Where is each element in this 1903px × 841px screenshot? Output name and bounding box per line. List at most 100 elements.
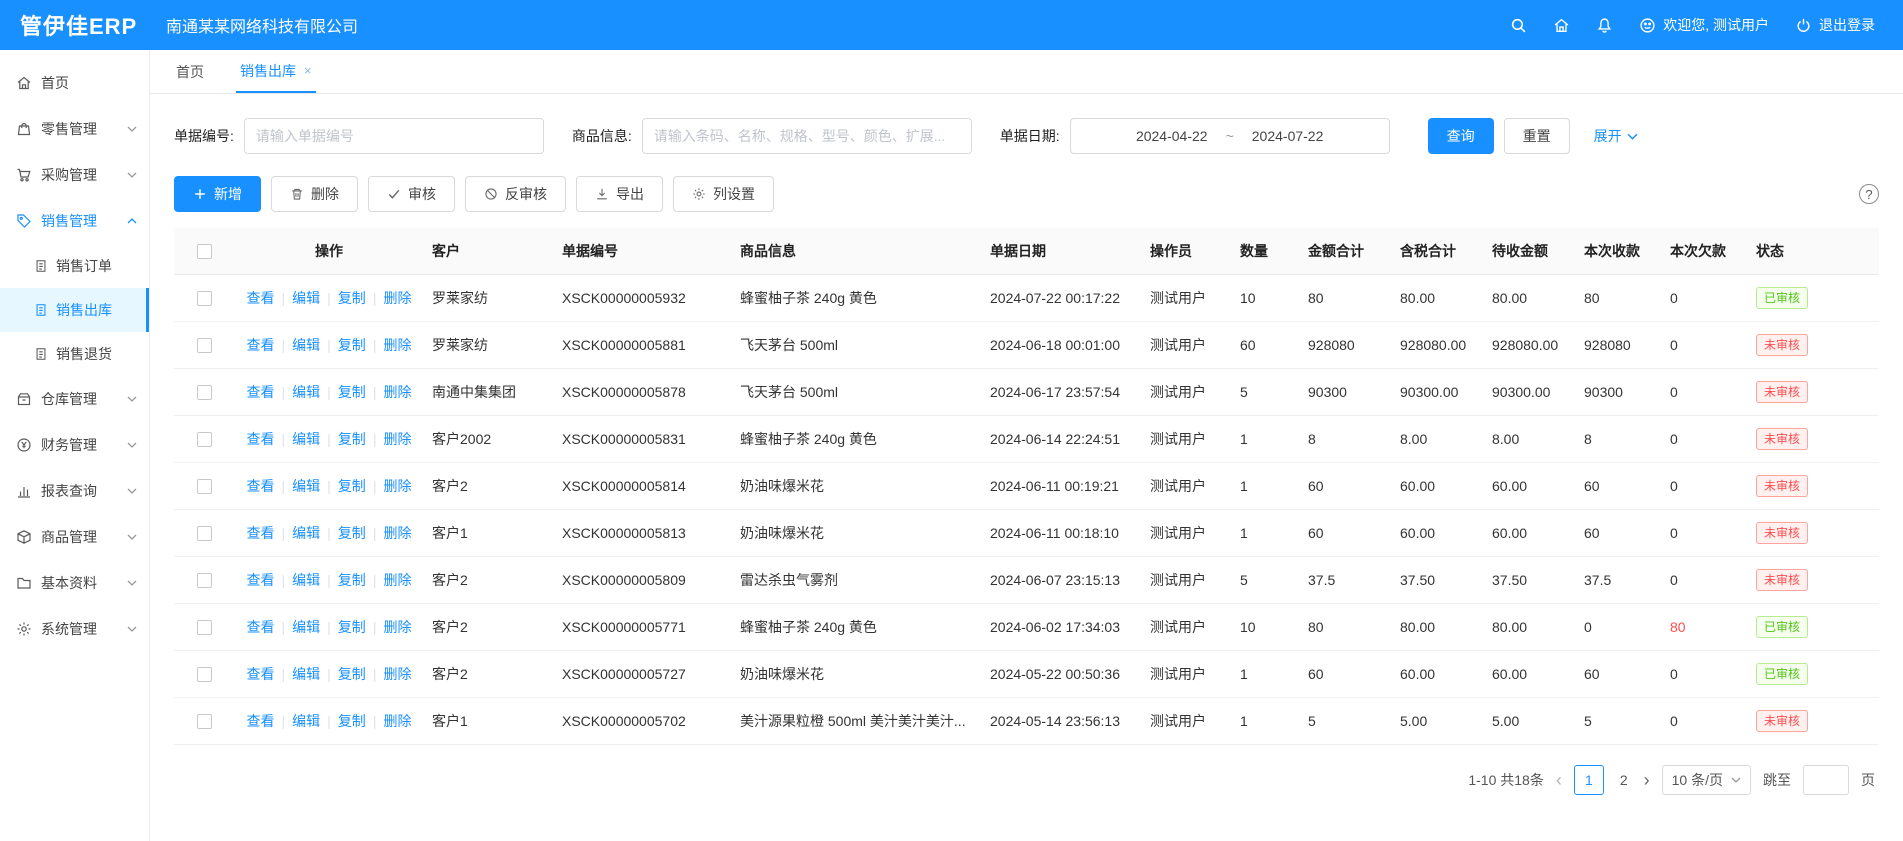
divider: | — [373, 713, 377, 729]
row-checkbox[interactable] — [197, 714, 212, 729]
edit-link[interactable]: 编辑 — [292, 666, 320, 682]
delete-link[interactable]: 删除 — [383, 713, 411, 729]
row-checkbox[interactable] — [197, 385, 212, 400]
sidebar-item-purchase[interactable]: 采购管理 — [0, 152, 149, 198]
row-checkbox[interactable] — [197, 291, 212, 306]
delete-link[interactable]: 删除 — [383, 431, 411, 447]
delete-link[interactable]: 删除 — [383, 384, 411, 400]
view-link[interactable]: 查看 — [247, 290, 275, 306]
edit-link[interactable]: 编辑 — [292, 337, 320, 353]
sidebar-item-sales-order[interactable]: 销售订单 — [0, 244, 149, 288]
delete-link[interactable]: 删除 — [383, 619, 411, 635]
jump-page-input[interactable] — [1803, 765, 1849, 795]
view-link[interactable]: 查看 — [247, 666, 275, 682]
search-icon[interactable] — [1510, 17, 1527, 34]
edit-link[interactable]: 编辑 — [292, 619, 320, 635]
view-link[interactable]: 查看 — [247, 431, 275, 447]
view-link[interactable]: 查看 — [247, 478, 275, 494]
copy-link[interactable]: 复制 — [338, 478, 366, 494]
row-checkbox[interactable] — [197, 432, 212, 447]
view-link[interactable]: 查看 — [247, 619, 275, 635]
expand-filters-link[interactable]: 展开 — [1594, 126, 1638, 146]
sidebar-item-sales[interactable]: 销售管理 — [0, 198, 149, 244]
date-to-value[interactable]: 2024-07-22 — [1252, 128, 1324, 144]
delete-link[interactable]: 删除 — [383, 337, 411, 353]
edit-link[interactable]: 编辑 — [292, 713, 320, 729]
product-info-input[interactable] — [642, 118, 972, 154]
logout-button[interactable]: 退出登录 — [1795, 15, 1875, 35]
tab-sales-outbound[interactable]: 销售出库 × — [236, 50, 316, 93]
date-range-picker[interactable]: 2024-04-22 ~ 2024-07-22 — [1070, 118, 1390, 154]
sidebar-item-label: 系统管理 — [41, 619, 97, 639]
sidebar-item-label: 销售出库 — [56, 300, 112, 320]
column-settings-button[interactable]: 列设置 — [673, 176, 774, 212]
page-size-select[interactable]: 10 条/页 — [1662, 765, 1751, 795]
row-checkbox[interactable] — [197, 479, 212, 494]
edit-link[interactable]: 编辑 — [292, 384, 320, 400]
sidebar-item-home[interactable]: 首页 — [0, 60, 149, 106]
reset-button[interactable]: 重置 — [1504, 118, 1570, 154]
page-1-button[interactable]: 1 — [1574, 765, 1604, 795]
view-link[interactable]: 查看 — [247, 337, 275, 353]
delete-link[interactable]: 删除 — [383, 478, 411, 494]
row-checkbox[interactable] — [197, 526, 212, 541]
sidebar-item-sales-return[interactable]: 销售退货 — [0, 332, 149, 376]
audit-button[interactable]: 审核 — [368, 176, 455, 212]
page-2-button[interactable]: 2 — [1616, 772, 1632, 788]
copy-link[interactable]: 复制 — [338, 290, 366, 306]
sidebar-item-label: 首页 — [41, 73, 69, 93]
row-checkbox[interactable] — [197, 338, 212, 353]
sidebar-item-reports[interactable]: 报表查询 — [0, 468, 149, 514]
copy-link[interactable]: 复制 — [338, 431, 366, 447]
row-checkbox[interactable] — [197, 573, 212, 588]
view-link[interactable]: 查看 — [247, 572, 275, 588]
delete-link[interactable]: 删除 — [383, 666, 411, 682]
select-all-checkbox[interactable] — [197, 244, 212, 259]
copy-link[interactable]: 复制 — [338, 384, 366, 400]
sidebar-item-sales-outbound[interactable]: 销售出库 — [0, 288, 149, 332]
doc-no-input[interactable] — [244, 118, 544, 154]
query-button[interactable]: 查询 — [1428, 118, 1494, 154]
copy-link[interactable]: 复制 — [338, 525, 366, 541]
export-button[interactable]: 导出 — [576, 176, 663, 212]
date-from-value[interactable]: 2024-04-22 — [1136, 128, 1208, 144]
receivable-cell: 60.00 — [1484, 650, 1576, 697]
edit-link[interactable]: 编辑 — [292, 572, 320, 588]
user-menu[interactable]: 欢迎您, 测试用户 — [1639, 15, 1769, 35]
edit-link[interactable]: 编辑 — [292, 290, 320, 306]
qty-cell: 1 — [1232, 650, 1300, 697]
customer-cell: 客户2 — [424, 462, 554, 509]
copy-link[interactable]: 复制 — [338, 337, 366, 353]
sidebar-item-warehouse[interactable]: 仓库管理 — [0, 376, 149, 422]
tab-home[interactable]: 首页 — [172, 50, 208, 93]
edit-link[interactable]: 编辑 — [292, 478, 320, 494]
delete-link[interactable]: 删除 — [383, 290, 411, 306]
edit-link[interactable]: 编辑 — [292, 525, 320, 541]
sidebar-item-system[interactable]: 系统管理 — [0, 606, 149, 652]
sidebar-item-finance[interactable]: 财务管理 — [0, 422, 149, 468]
row-checkbox[interactable] — [197, 620, 212, 635]
view-link[interactable]: 查看 — [247, 384, 275, 400]
copy-link[interactable]: 复制 — [338, 619, 366, 635]
copy-link[interactable]: 复制 — [338, 713, 366, 729]
delete-button[interactable]: 删除 — [271, 176, 358, 212]
view-link[interactable]: 查看 — [247, 525, 275, 541]
sidebar-item-products[interactable]: 商品管理 — [0, 514, 149, 560]
next-page-icon[interactable]: › — [1644, 771, 1650, 789]
delete-link[interactable]: 删除 — [383, 525, 411, 541]
copy-link[interactable]: 复制 — [338, 572, 366, 588]
close-tab-icon[interactable]: × — [304, 63, 312, 78]
row-checkbox[interactable] — [197, 667, 212, 682]
bell-icon[interactable] — [1596, 17, 1613, 34]
edit-link[interactable]: 编辑 — [292, 431, 320, 447]
copy-link[interactable]: 复制 — [338, 666, 366, 682]
help-icon[interactable]: ? — [1859, 184, 1879, 204]
view-link[interactable]: 查看 — [247, 713, 275, 729]
prev-page-icon[interactable]: ‹ — [1556, 771, 1562, 789]
unaudit-button[interactable]: 反审核 — [465, 176, 566, 212]
home-icon[interactable] — [1553, 17, 1570, 34]
sidebar-item-retail[interactable]: 零售管理 — [0, 106, 149, 152]
add-button[interactable]: 新增 — [174, 176, 261, 212]
sidebar-item-basic-data[interactable]: 基本资料 — [0, 560, 149, 606]
delete-link[interactable]: 删除 — [383, 572, 411, 588]
